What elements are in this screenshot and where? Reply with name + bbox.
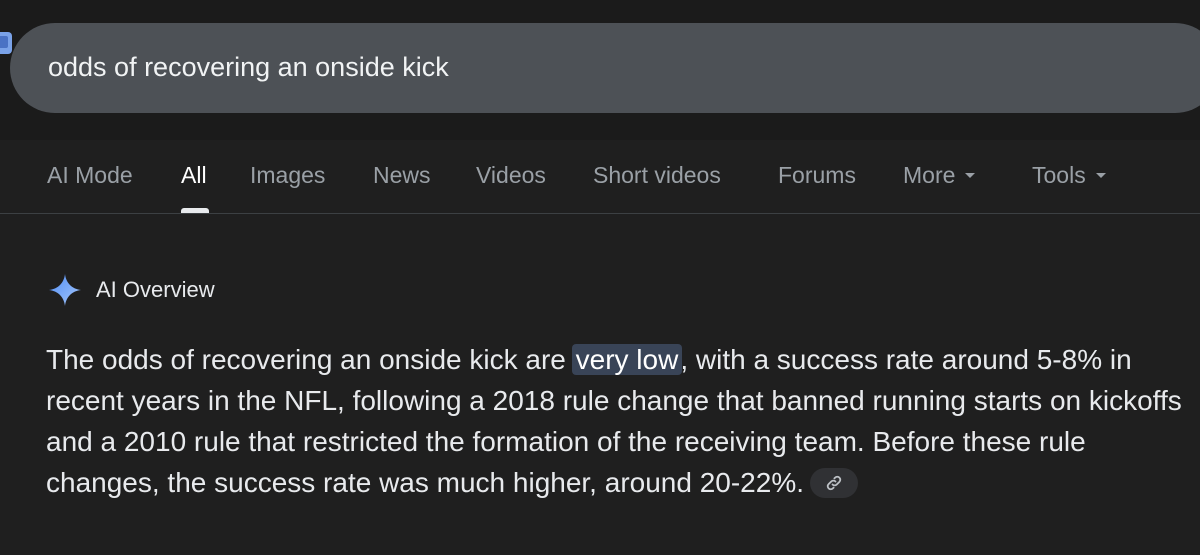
ai-overview-header: AI Overview [48, 272, 215, 308]
sparkle-icon [49, 274, 81, 306]
app-logo-icon [0, 32, 12, 54]
search-tabs: AI Mode All Images News Videos Short vid… [0, 140, 1200, 213]
highlighted-answer: very low [571, 344, 683, 375]
tab-more-label: More [903, 162, 956, 188]
tab-all[interactable]: All [181, 162, 207, 189]
tab-forums[interactable]: Forums [778, 162, 856, 189]
tab-tools-label: Tools [1032, 162, 1086, 188]
tab-more[interactable]: More [903, 162, 976, 189]
search-input[interactable]: odds of recovering an onside kick [48, 52, 449, 83]
chevron-down-icon [965, 172, 976, 178]
tabs-divider [0, 213, 1200, 214]
source-link-button[interactable] [810, 467, 858, 498]
tab-news[interactable]: News [373, 162, 431, 189]
tab-ai-mode[interactable]: AI Mode [47, 162, 133, 189]
ai-overview-title: AI Overview [96, 277, 215, 302]
tab-short-videos[interactable]: Short videos [593, 162, 721, 189]
search-results-page: odds of recovering an onside kick AI Mod… [0, 0, 1200, 555]
tab-images[interactable]: Images [250, 162, 325, 189]
answer-text-start: The odds of recovering an onside kick ar… [46, 344, 574, 375]
tab-tools[interactable]: Tools [1032, 162, 1106, 189]
tab-videos[interactable]: Videos [476, 162, 546, 189]
chevron-down-icon [1095, 172, 1106, 178]
ai-overview-text: The odds of recovering an onside kick ar… [46, 339, 1186, 503]
link-icon [826, 475, 842, 490]
